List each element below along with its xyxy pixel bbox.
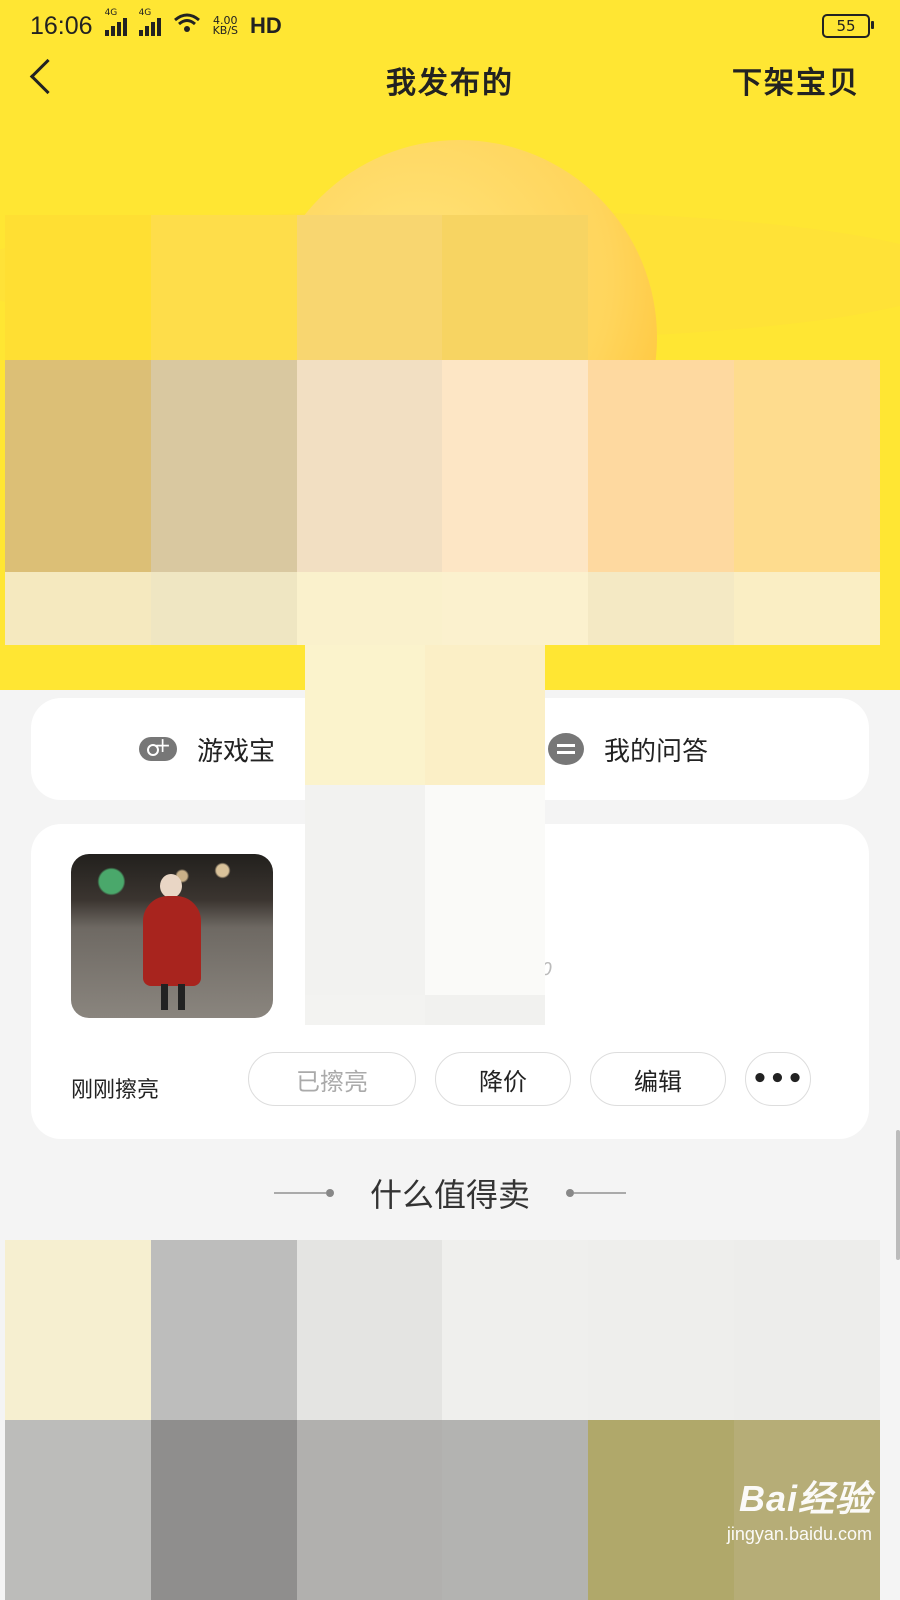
- status-bar: 16:06 4G 4G 4.00 KB/S HD 55: [0, 0, 900, 52]
- divider-decoration: [566, 1189, 626, 1197]
- section-title: 什么值得卖: [369, 1176, 530, 1214]
- shortcut-label: 游戏宝: [197, 736, 276, 767]
- scrollbar[interactable]: [896, 1130, 900, 1260]
- shortcut-game[interactable]: 游戏宝: [139, 698, 275, 800]
- watermark-logo: Bai经验: [738, 1478, 872, 1519]
- censor-mosaic: [5, 215, 880, 645]
- wifi-icon: [173, 12, 201, 40]
- polish-status: 刚刚擦亮: [71, 1078, 160, 1103]
- edit-button[interactable]: 编辑: [590, 1052, 726, 1106]
- network-speed: 4.00 KB/S: [212, 14, 239, 37]
- delisted-items-link[interactable]: 下架宝贝: [732, 58, 860, 102]
- more-options-button[interactable]: •••: [745, 1052, 811, 1106]
- battery-icon: 55: [822, 14, 874, 38]
- baidu-watermark: Bai经验 jingyan.baidu.com: [727, 1470, 872, 1545]
- shortcut-my-qa[interactable]: 我的问答: [548, 698, 708, 800]
- gamepad-icon: [139, 733, 177, 761]
- censor-mosaic: [305, 645, 545, 1025]
- item-thumbnail[interactable]: [71, 854, 273, 1018]
- chat-bubble-icon: [548, 733, 584, 765]
- signal-icon: 4G: [138, 8, 161, 36]
- signal-icon: 4G: [104, 8, 127, 36]
- hd-indicator: HD: [250, 13, 282, 38]
- censor-mosaic: [5, 1240, 880, 1600]
- divider-decoration: [273, 1189, 334, 1197]
- watermark-url: jingyan.baidu.com: [726, 1524, 872, 1544]
- shortcut-label: 我的问答: [604, 736, 709, 767]
- polished-button[interactable]: 已擦亮: [248, 1052, 416, 1106]
- nav-bar: 我发布的 下架宝贝: [0, 52, 900, 102]
- status-time: 16:06: [30, 11, 93, 40]
- reduce-price-button[interactable]: 降价: [435, 1052, 571, 1106]
- section-header: 什么值得卖: [0, 1168, 900, 1218]
